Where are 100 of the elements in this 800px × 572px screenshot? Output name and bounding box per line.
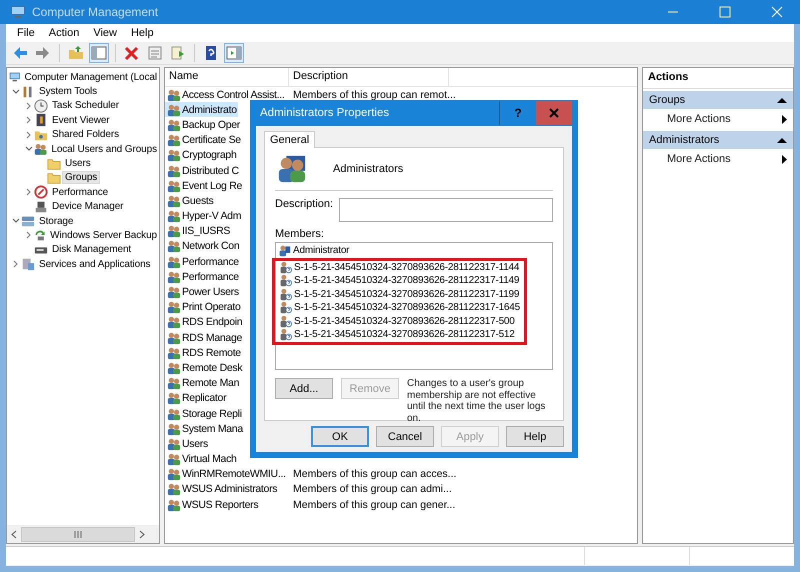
member-name[interactable]: S-1-5-21-3454510324-3270893626-281122317-1645 <box>294 302 520 314</box>
group-row[interactable]: WSUS Administrators <box>165 482 278 497</box>
users-icon <box>167 148 181 162</box>
section-header[interactable]: Administrators <box>643 131 793 149</box>
group-row[interactable]: WSUS Reporters <box>165 497 260 512</box>
tree-item[interactable]: Windows Server Backup <box>48 230 159 241</box>
users-icon <box>167 209 181 224</box>
computer-icon <box>9 70 21 84</box>
unknown-user-icon <box>279 274 292 288</box>
group-row[interactable]: Users <box>165 436 209 452</box>
table-cell-text: Members of this group can remot... <box>292 88 457 102</box>
arrow-right-icon <box>35 45 51 61</box>
collapse-triangle-icon[interactable] <box>777 137 787 143</box>
horizontal-scrollbar[interactable] <box>7 525 159 543</box>
action-link[interactable]: More Actions <box>667 153 731 165</box>
action-pane-button[interactable] <box>224 43 244 63</box>
tree-item[interactable]: Device Manager <box>50 201 126 212</box>
tree-item[interactable]: Event Viewer <box>50 114 112 126</box>
add-button[interactable]: Add... <box>275 378 333 399</box>
triangle-right-icon <box>782 154 787 164</box>
group-row[interactable]: Backup Oper <box>165 117 241 132</box>
tree-item[interactable]: System Tools <box>37 86 100 98</box>
close-button[interactable] <box>536 101 572 125</box>
action-link[interactable]: More Actions <box>667 113 731 125</box>
note-text: Changes to a user's group membership are not effective until the next time the user logs on. <box>407 378 546 424</box>
tree-item[interactable]: Groups <box>63 172 100 184</box>
users-icon <box>167 194 181 208</box>
users-icon <box>277 154 307 184</box>
group-row[interactable]: Administrato <box>165 102 238 118</box>
collapse-triangle-icon[interactable] <box>777 97 787 103</box>
group-row[interactable]: Distributed C <box>165 163 240 178</box>
dialog-button[interactable]: Cancel <box>376 426 434 447</box>
tree-item[interactable]: Services and Applications <box>37 258 152 270</box>
column-header[interactable]: Description <box>289 68 449 86</box>
members-list[interactable] <box>275 242 553 370</box>
users-icon <box>167 164 181 178</box>
scroll-thumb[interactable] <box>21 527 135 542</box>
tree-item[interactable]: Disk Management <box>50 244 134 256</box>
unknown-user-icon <box>279 301 292 314</box>
group-row[interactable]: IIS_IUSRS <box>165 224 232 239</box>
menu-item[interactable]: File <box>10 27 42 39</box>
users-icon <box>167 467 181 482</box>
dialog-title: Administrators Properties <box>259 107 390 119</box>
group-row[interactable]: Performance <box>165 254 240 270</box>
member-name[interactable]: S-1-5-21-3454510324-3270893626-281122317-512 <box>294 329 515 340</box>
group-row[interactable]: RDS Remote <box>165 345 242 360</box>
tree-item[interactable]: Task Scheduler <box>50 100 121 112</box>
tree-item[interactable]: Computer Management (Local <box>22 72 159 83</box>
tree-item[interactable]: Performance <box>50 186 110 198</box>
dialog-button[interactable]: Help <box>506 426 564 447</box>
users-icon <box>167 102 181 117</box>
users-icon <box>167 239 181 254</box>
group-row[interactable]: Replicator <box>165 390 228 406</box>
group-row[interactable]: Storage Repli <box>165 406 243 422</box>
menu-item[interactable]: Action <box>42 27 86 39</box>
triangle-right-icon <box>782 114 787 124</box>
backup-icon <box>34 228 46 242</box>
group-row[interactable]: Virtual Mach <box>165 452 238 467</box>
menu-item[interactable]: View <box>86 27 124 39</box>
section-header[interactable]: Groups <box>643 91 793 109</box>
grip-icon <box>74 531 82 538</box>
member-name[interactable]: S-1-5-21-3454510324-3270893626-281122317-1144 <box>294 262 520 273</box>
users-icon <box>167 254 181 269</box>
group-row[interactable]: Access Control Assist... <box>165 87 286 102</box>
group-row[interactable]: Certificate Se <box>165 132 242 148</box>
tab[interactable]: General <box>264 131 316 148</box>
group-row[interactable]: RDS Manage <box>165 330 244 346</box>
menu-item[interactable]: Help <box>124 27 161 39</box>
group-row[interactable]: Remote Desk <box>165 360 244 376</box>
users-icon <box>167 482 181 496</box>
users-icon <box>167 88 181 102</box>
group-row[interactable]: Hyper-V Adm <box>165 208 242 224</box>
group-row[interactable]: Event Log Re <box>165 178 244 194</box>
group-row[interactable]: Remote Man <box>165 376 240 391</box>
close-icon <box>549 108 559 118</box>
member-name[interactable]: S-1-5-21-3454510324-3270893626-281122317-1149 <box>294 275 520 286</box>
group-row[interactable]: WinRMRemoteWMIU... <box>165 466 287 482</box>
group-row[interactable]: System Mana <box>165 421 244 436</box>
member-name[interactable]: S-1-5-21-3454510324-3270893626-281122317-1199 <box>294 288 520 300</box>
tree-item[interactable]: Users <box>63 158 93 170</box>
group-row[interactable]: Power Users <box>165 284 240 300</box>
tree-item[interactable]: Shared Folders <box>50 129 121 140</box>
group-row[interactable]: Performance <box>165 269 240 284</box>
group-row[interactable]: Guests <box>165 193 214 208</box>
member-name[interactable]: Administrator <box>293 245 350 256</box>
users-icon <box>167 391 181 406</box>
user-icon <box>278 244 291 258</box>
users-icon <box>167 498 181 512</box>
column-header[interactable]: Name <box>165 68 289 86</box>
description-field[interactable] <box>339 198 553 222</box>
group-row[interactable]: Network Con <box>165 238 240 254</box>
group-row[interactable]: Print Operato <box>165 300 242 315</box>
folder-icon <box>47 170 61 185</box>
tree-item[interactable]: Local Users and Groups <box>49 144 159 155</box>
console-tree-button[interactable] <box>89 43 109 63</box>
dialog-button[interactable]: OK <box>311 426 369 447</box>
member-name[interactable]: S-1-5-21-3454510324-3270893626-281122317-500 <box>294 316 515 327</box>
tree-item[interactable]: Storage <box>37 216 76 227</box>
group-row[interactable]: Cryptograph <box>165 148 238 163</box>
group-row[interactable]: RDS Endpoin <box>165 314 244 330</box>
